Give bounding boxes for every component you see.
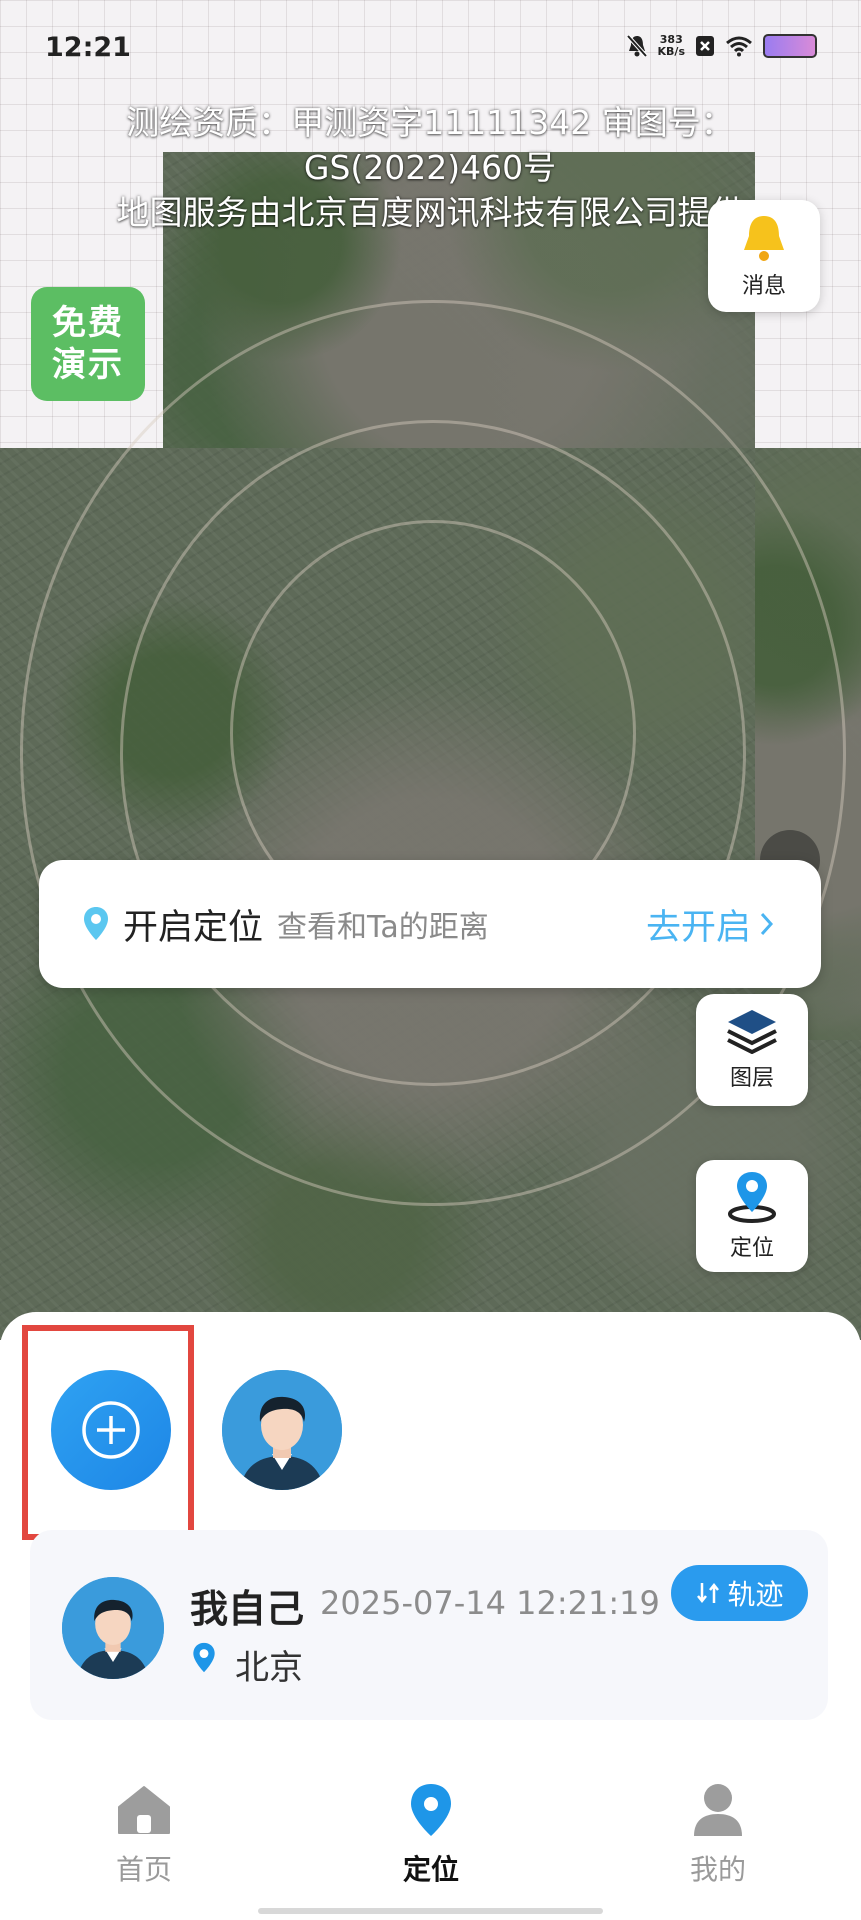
person-avatar-icon — [222, 1370, 342, 1490]
free-demo-button[interactable]: 免费 演示 — [31, 287, 145, 401]
location-pin-icon — [84, 907, 108, 940]
enable-location-link[interactable]: 去开启 — [646, 860, 777, 988]
locate-label: 定位 — [729, 1236, 774, 1261]
tab-mine[interactable]: 我的 — [648, 1780, 788, 1888]
track-button[interactable]: 轨迹 — [671, 1565, 808, 1621]
network-speed: 383 KB/s — [658, 34, 685, 58]
member-timestamp: 2025-07-14 12:21:19 — [320, 1584, 660, 1622]
mute-bell-icon — [626, 34, 648, 58]
status-icons: 383 KB/s — [626, 34, 817, 58]
tab-label: 我的 — [689, 1853, 746, 1886]
free-demo-line: 演示 — [52, 345, 124, 385]
prompt-subtitle: 查看和Ta的距离 — [277, 910, 489, 945]
battery-icon — [763, 34, 817, 58]
layers-button[interactable]: 图层 — [696, 994, 808, 1106]
route-icon — [697, 1582, 720, 1604]
track-label: 轨迹 — [727, 1578, 784, 1611]
tab-label: 定位 — [402, 1853, 459, 1886]
status-bar: 12:21 383 KB/s — [0, 0, 861, 100]
person-icon — [694, 1784, 742, 1836]
tab-label: 首页 — [115, 1853, 172, 1886]
home-indicator[interactable] — [258, 1908, 603, 1914]
member-avatar[interactable] — [222, 1370, 342, 1490]
prompt-title: 开启定位 — [123, 907, 264, 948]
map-notice-line: GS(2022)460号 — [303, 148, 557, 187]
highlight-box — [22, 1325, 194, 1540]
free-demo-line: 免费 — [52, 303, 124, 343]
tab-locate[interactable]: 定位 — [361, 1780, 501, 1888]
status-time: 12:21 — [45, 32, 131, 63]
member-name: 我自己 — [190, 1587, 305, 1631]
layers-label: 图层 — [729, 1066, 774, 1091]
layers-icon — [727, 1010, 777, 1054]
location-pin-icon — [411, 1784, 451, 1836]
location-permission-banner[interactable]: 开启定位 查看和Ta的距离 去开启 — [39, 860, 821, 988]
messages-label: 消息 — [741, 274, 786, 299]
location-pin-icon — [193, 1642, 215, 1673]
home-icon — [118, 1786, 170, 1834]
tab-home[interactable]: 首页 — [74, 1780, 214, 1888]
bell-icon — [744, 216, 784, 261]
member-city: 北京 — [235, 1648, 303, 1688]
self-avatar — [62, 1577, 164, 1679]
no-sim-icon — [696, 36, 714, 56]
person-avatar-icon — [62, 1577, 164, 1679]
network-speed-unit: KB/s — [657, 45, 685, 58]
locate-me-button[interactable]: 定位 — [696, 1160, 808, 1272]
messages-button[interactable]: 消息 — [708, 200, 820, 312]
locate-icon — [728, 1172, 776, 1223]
map-notice-line: 测绘资质：甲测资字11111342 审图号： — [126, 103, 734, 142]
chevron-right-icon — [760, 912, 774, 936]
wifi-icon — [726, 36, 752, 57]
enable-location-label: 去开启 — [645, 907, 751, 948]
